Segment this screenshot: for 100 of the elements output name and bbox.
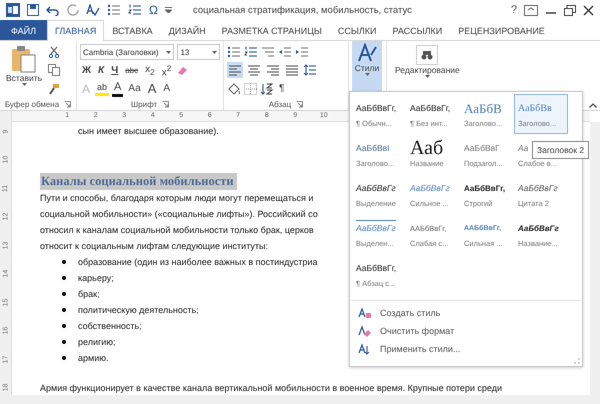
resize-grip-icon[interactable] <box>574 358 580 364</box>
style-sample: АаБбВвГг <box>518 182 558 194</box>
decrease-indent-icon[interactable] <box>278 46 292 58</box>
increase-indent-icon[interactable] <box>295 46 309 58</box>
paintbrush-icon[interactable] <box>48 82 60 95</box>
save-icon[interactable] <box>27 4 39 16</box>
collapse-ribbon-icon[interactable] <box>589 103 597 108</box>
clipboard-icon <box>11 45 38 73</box>
bullet-list-icon[interactable] <box>107 4 121 16</box>
sort-icon[interactable] <box>260 82 274 95</box>
customize-menu-icon[interactable] <box>164 7 172 13</box>
body-text: Армия функционирует в качестве канала вертикальной мобильности в военное время. Крупные потери среди <box>40 382 502 395</box>
numbered-list-icon[interactable] <box>128 4 142 16</box>
style-sample: АаБбВв <box>518 102 552 116</box>
bullet-icon <box>62 308 66 312</box>
align-center-icon <box>247 64 261 77</box>
ribbon-tab[interactable]: ГЛАВНАЯ <box>47 20 104 41</box>
new-style-icon <box>358 306 372 320</box>
format-button[interactable]: A <box>112 80 124 97</box>
restore-icon[interactable] <box>564 4 576 16</box>
symbol-button[interactable]: Ω <box>149 3 158 17</box>
font-name-field[interactable]: Cambria (Заголовки) <box>80 44 174 60</box>
ribbon-display-icon[interactable] <box>524 4 538 16</box>
dialog-launcher-icon[interactable] <box>64 100 72 108</box>
close-icon[interactable] <box>583 4 594 16</box>
caret-icon[interactable] <box>166 50 172 54</box>
bullet-icon <box>62 324 66 328</box>
paint-bucket-icon[interactable] <box>227 82 241 95</box>
paste-button[interactable]: Вставить <box>3 43 46 98</box>
font-size-field[interactable]: 13 <box>177 44 220 60</box>
copy-icon[interactable] <box>48 64 60 76</box>
caret-icon[interactable] <box>22 83 27 86</box>
dialog-launcher-icon[interactable] <box>162 100 170 108</box>
format-button[interactable]: ab <box>95 82 110 96</box>
format-button[interactable]: abc <box>123 62 140 78</box>
undo-icon[interactable] <box>46 4 60 16</box>
bullet-icon <box>62 340 66 344</box>
alignment-button[interactable] <box>227 62 243 78</box>
group-label: Буфер обмена <box>4 100 60 108</box>
window-title: социальная стратификация, мобильность, статус <box>192 4 412 16</box>
bullet-list-icon[interactable] <box>227 46 241 58</box>
body-text: относит к социальным лифтам следующие институты: <box>40 240 268 253</box>
style-sample: Ааб <box>410 140 444 156</box>
spelling-check-icon[interactable] <box>86 4 100 16</box>
menu-item[interactable]: Очистить формат <box>350 322 582 340</box>
scissors-icon[interactable] <box>48 46 60 58</box>
ribbon-tab[interactable]: ДИЗАЙН <box>160 20 214 40</box>
line-spacing-icon[interactable] <box>303 64 317 76</box>
ribbon-tab[interactable]: ФАЙЛ <box>0 20 48 40</box>
dialog-launcher-icon[interactable] <box>296 100 304 108</box>
format-button[interactable]: A <box>146 80 158 97</box>
style-sample: АаБбВвГ <box>464 142 500 154</box>
bullet-icon <box>62 276 66 280</box>
styles-button[interactable]: Стили <box>352 41 382 91</box>
style-sample: АаБбВвГг <box>356 220 396 236</box>
borders-icon[interactable] <box>244 82 257 95</box>
menu-item[interactable]: Применить стили... <box>350 340 582 358</box>
format-button[interactable]: К <box>96 62 106 78</box>
style-sample: АаБбВвГг <box>410 182 450 194</box>
caret-icon[interactable] <box>424 75 430 78</box>
ribbon-tab[interactable]: РАССЫЛКИ <box>384 20 450 40</box>
section-heading: Каналы социальной мобильности <box>40 173 237 190</box>
style-sample: АаБбВвГг, <box>464 182 506 194</box>
show-formatting-button[interactable]: ¶ <box>277 80 286 97</box>
bullet-icon <box>62 356 66 360</box>
multilevel-list-icon[interactable] <box>261 46 275 58</box>
format-button[interactable]: x$_{2}$ <box>143 62 157 78</box>
clear-format-icon <box>358 324 372 338</box>
apply-styles-icon <box>358 342 372 356</box>
ribbon-tab[interactable]: РЕЦЕНЗИРОВАНИЕ <box>450 20 553 40</box>
ribbon-tab[interactable]: ВСТАВКА <box>104 20 161 40</box>
ribbon-tab[interactable]: ССЫЛКИ <box>330 20 384 40</box>
style-sample: АаБбВ <box>464 100 502 116</box>
tooltip: Заголовок 2 <box>532 141 590 159</box>
eraser-icon[interactable] <box>176 64 188 76</box>
style-sample: АаБбВвГг, <box>356 262 396 274</box>
format-button[interactable]: Аа <box>126 80 143 97</box>
style-sample: Аа <box>518 142 528 154</box>
align-right-icon <box>266 64 280 77</box>
list-item-text: религию; <box>78 337 116 347</box>
format-button[interactable]: x$^{2}$ <box>160 62 174 78</box>
numbered-list-icon[interactable] <box>244 46 258 58</box>
list-item-text: собственность; <box>78 321 142 331</box>
format-button[interactable]: A <box>161 80 172 97</box>
list-item-text: карьеру; <box>78 273 114 283</box>
ribbon-tab[interactable]: РАЗМЕТКА СТРАНИЦЫ <box>214 20 330 40</box>
caret-icon[interactable] <box>364 73 370 76</box>
align-left-icon <box>228 64 242 77</box>
group-label: Абзац <box>268 100 292 108</box>
help-button[interactable]: ? <box>510 4 517 16</box>
caret-icon[interactable] <box>212 50 217 54</box>
body-text: сын имеет высшее образование). <box>78 125 219 138</box>
styles-icon <box>357 43 377 63</box>
format-button[interactable]: Ж <box>80 62 94 78</box>
menu-item[interactable]: Создать стиль <box>350 304 582 322</box>
style-sample: АаБбВвГг <box>518 222 559 234</box>
list-item-text: армию. <box>78 353 108 363</box>
format-button[interactable]: Ч <box>109 62 120 78</box>
list-item-text: образование (один из наиболее важных в постиндустриа <box>78 257 318 267</box>
bullet-icon <box>62 260 66 264</box>
